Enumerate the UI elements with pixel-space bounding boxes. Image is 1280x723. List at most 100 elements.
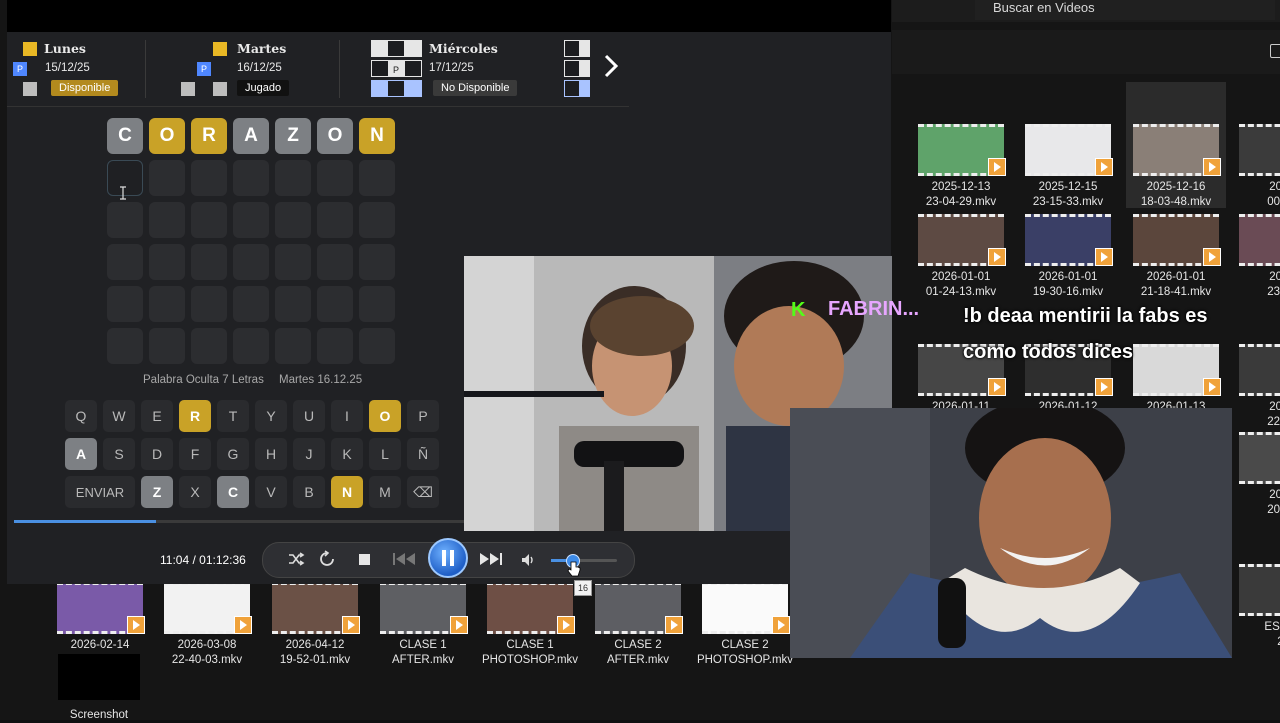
next-icon[interactable] xyxy=(478,550,504,568)
key-e[interactable]: E xyxy=(141,400,173,432)
video-file[interactable]: CLASE 1 AFTER.mkv xyxy=(373,582,473,668)
key-c[interactable]: C xyxy=(217,476,249,508)
video-thumbnail xyxy=(1239,432,1280,484)
file-name: 2026-03-08 22-40-03.mkv xyxy=(171,639,243,666)
key-w[interactable]: W xyxy=(103,400,135,432)
play-badge-icon xyxy=(1095,158,1113,176)
video-file[interactable]: 2025 00-25 xyxy=(1232,124,1280,210)
file-name: CLASE 1 AFTER.mkv xyxy=(392,639,454,666)
video-file[interactable]: 2026 23-39 xyxy=(1232,214,1280,300)
key-h[interactable]: H xyxy=(255,438,287,470)
video-file[interactable]: 2026-04-12 19-52-01.mkv xyxy=(265,582,365,668)
day-grid-partial-icon xyxy=(564,40,590,97)
video-file[interactable]: ESDIC 2. xyxy=(1232,564,1280,650)
key-g[interactable]: G xyxy=(217,438,249,470)
key-f[interactable]: F xyxy=(179,438,211,470)
key-d[interactable]: D xyxy=(141,438,173,470)
video-file[interactable]: 2026-01-01 21-18-41.mkv xyxy=(1126,214,1226,300)
key-u[interactable]: U xyxy=(293,400,325,432)
day-card-lunes[interactable]: Lunes P 15/12/25 Disponible xyxy=(13,40,143,100)
key-o[interactable]: O xyxy=(369,400,401,432)
next-days-chevron-icon[interactable] xyxy=(602,52,620,80)
previous-icon[interactable] xyxy=(391,550,417,568)
video-thumbnail xyxy=(1239,214,1280,266)
video-file[interactable]: 2026-01-01 19-30-16.mkv xyxy=(1018,214,1118,300)
key-l[interactable]: L xyxy=(369,438,401,470)
key-a[interactable]: A xyxy=(65,438,97,470)
key-b[interactable]: B xyxy=(293,476,325,508)
puzzle-date: Martes 16.12.25 xyxy=(279,374,363,386)
svg-text:P: P xyxy=(393,65,399,75)
key-ñ[interactable]: Ñ xyxy=(407,438,439,470)
video-thumbnail xyxy=(1025,214,1113,266)
view-toggle-icon[interactable] xyxy=(1270,44,1280,58)
status-badge: Jugado xyxy=(237,80,290,96)
empty-tile xyxy=(233,202,269,238)
chat-username: FABRIN... xyxy=(828,298,920,320)
empty-tile xyxy=(359,286,395,322)
repeat-icon[interactable] xyxy=(318,550,336,568)
file-name: 2026 23-39 xyxy=(1267,271,1280,298)
video-file[interactable]: 2026-01-01 01-24-13.mkv xyxy=(911,214,1011,300)
file-name: 2025-12-13 23-04-29.mkv xyxy=(925,181,997,208)
empty-tile xyxy=(149,160,185,196)
key-r[interactable]: R xyxy=(179,400,211,432)
day-card-martes[interactable]: Martes P 16/12/25 Jugado xyxy=(179,40,329,100)
key-v[interactable]: V xyxy=(255,476,287,508)
window-titlebar xyxy=(7,0,891,32)
pause-button[interactable] xyxy=(428,538,468,578)
video-file[interactable]: CLASE 1 PHOTOSHOP.mkv xyxy=(480,582,580,668)
key-m[interactable]: M xyxy=(369,476,401,508)
video-thumbnail xyxy=(380,582,468,634)
key-x[interactable]: X xyxy=(179,476,211,508)
backspace-key[interactable]: ⌫ xyxy=(407,476,439,508)
video-file[interactable]: 2025-12-16 18-03-48.mkv xyxy=(1126,124,1226,210)
empty-tile xyxy=(191,244,227,280)
play-badge-icon xyxy=(1203,248,1221,266)
video-thumbnail xyxy=(272,582,360,634)
empty-tile xyxy=(107,244,143,280)
empty-tile xyxy=(191,328,227,364)
key-q[interactable]: Q xyxy=(65,400,97,432)
empty-tile xyxy=(359,244,395,280)
empty-tile xyxy=(191,202,227,238)
day-divider xyxy=(145,40,146,98)
day-card-miercoles[interactable]: P Miércoles 17/12/25 No Disponible xyxy=(371,40,541,100)
volume-slider[interactable] xyxy=(551,554,617,568)
empty-tile xyxy=(149,286,185,322)
key-n[interactable]: N xyxy=(331,476,363,508)
search-box[interactable]: Buscar en Videos xyxy=(975,0,1275,20)
file-name: CLASE 2 AFTER.mkv xyxy=(607,639,669,666)
empty-tile xyxy=(317,328,353,364)
day-name: Lunes xyxy=(44,41,86,56)
stop-icon[interactable] xyxy=(359,554,370,565)
key-p[interactable]: P xyxy=(407,400,439,432)
key-j[interactable]: J xyxy=(293,438,325,470)
empty-tile xyxy=(149,202,185,238)
video-file[interactable]: 2025-12-15 23-15-33.mkv xyxy=(1018,124,1118,210)
video-file[interactable]: 2025-12-13 23-04-29.mkv xyxy=(911,124,1011,210)
submit-key[interactable]: ENVIAR xyxy=(65,476,135,508)
video-thumbnail xyxy=(57,582,145,634)
video-file[interactable]: CLASE 2 AFTER.mkv xyxy=(588,582,688,668)
video-file[interactable]: 2026-03-08 22-40-03.mkv xyxy=(157,582,257,668)
key-s[interactable]: S xyxy=(103,438,135,470)
shuffle-icon[interactable] xyxy=(287,550,305,568)
text-cursor-icon xyxy=(119,186,127,200)
video-file[interactable]: CLASE 2 PHOTOSHOP.mkv xyxy=(695,582,795,668)
key-z[interactable]: Z xyxy=(141,476,173,508)
video-thumbnail xyxy=(1133,124,1221,176)
empty-tile xyxy=(149,328,185,364)
file-name: Screenshot xyxy=(69,709,129,721)
key-t[interactable]: T xyxy=(217,400,249,432)
key-y[interactable]: Y xyxy=(255,400,287,432)
key-k[interactable]: K xyxy=(331,438,363,470)
video-file[interactable]: 2026 20-37 xyxy=(1232,432,1280,518)
key-i[interactable]: I xyxy=(331,400,363,432)
video-thumbnail xyxy=(1133,214,1221,266)
day-square xyxy=(213,42,227,56)
screenshot-folder[interactable]: Screenshot xyxy=(49,654,149,723)
explorer-toolbar xyxy=(892,30,1280,74)
volume-icon[interactable] xyxy=(520,552,536,568)
status-badge: No Disponible xyxy=(433,80,518,96)
